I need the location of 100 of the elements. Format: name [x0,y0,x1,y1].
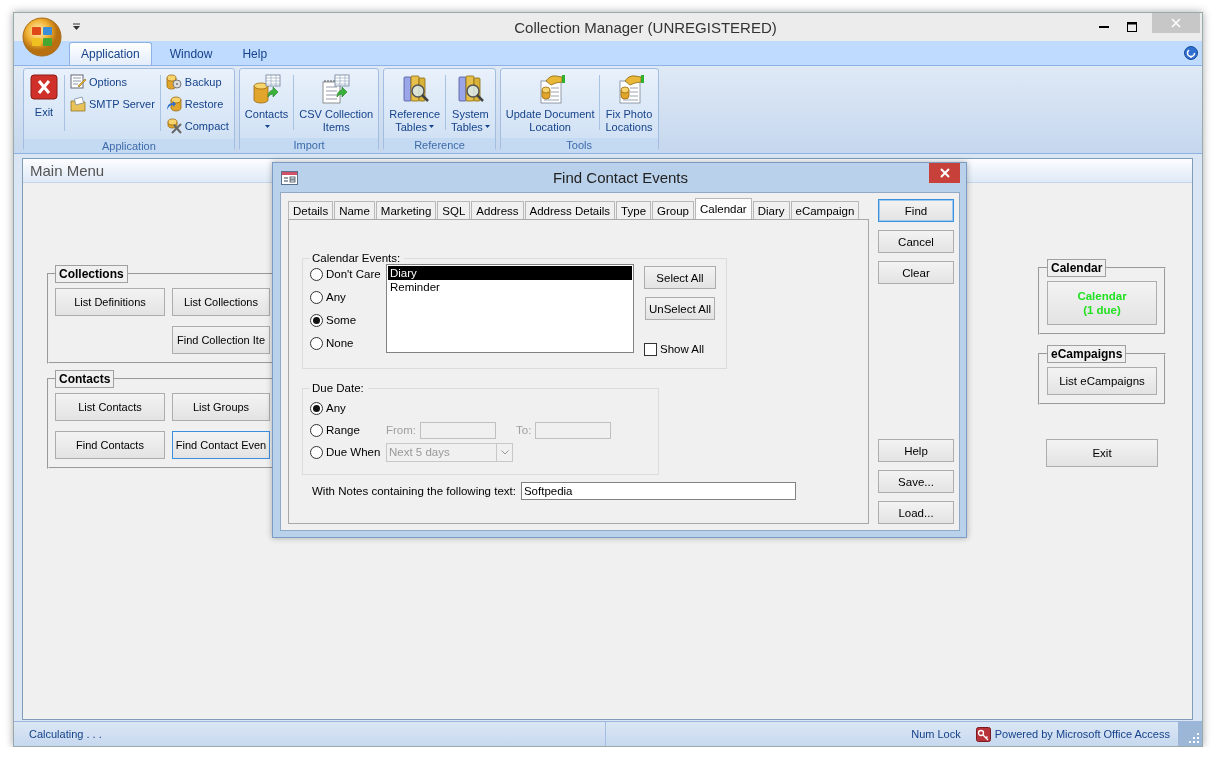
status-text: Num Lock [911,728,961,740]
database-disc-icon [165,74,182,90]
ribbon-button[interactable]: Restore [163,93,231,115]
radio-label: Due When [326,446,381,458]
chevron-down-icon [500,449,509,455]
exit-button[interactable]: Exit [1046,439,1158,467]
radio-label: Any [326,291,346,303]
list-item[interactable]: Reminder [388,280,632,294]
ribbon-button[interactable]: CSV Collection Items [297,71,376,136]
menu-button[interactable]: Find Contacts [55,431,165,459]
ribbon-button[interactable]: Exit [27,71,61,121]
status-text: Powered by Microsoft Office Access [994,728,1170,740]
radio-button[interactable] [310,336,323,350]
menu-button[interactable]: List Collections [172,288,270,316]
radio-label: Any [326,402,346,414]
list-item[interactable]: Diary [388,266,632,280]
dialog-title: Find Contact Events [551,169,690,186]
group-title: Calendar [1047,259,1107,277]
radio-label: Range [326,424,360,436]
database-tools-icon [165,118,182,134]
dropdown-value: Next 5 days [389,446,450,458]
event-list[interactable]: Diary Reminder [386,264,634,353]
ribbon-tab[interactable]: Help [230,42,280,65]
dialog-tab[interactable]: Group [652,201,694,219]
dialog-tab[interactable]: Name [334,201,375,219]
field-label: From: [386,424,417,436]
radio-button[interactable] [310,290,323,304]
dialog-button[interactable]: Help [878,439,954,462]
field-label: With Notes containing the following text: [312,485,516,497]
dialog-button[interactable]: Find [878,199,954,222]
ribbon-tab[interactable]: Application [69,42,152,65]
radio-label: Don't Care [326,268,381,280]
ribbon-button[interactable]: Update Document Location [503,71,597,136]
dialog-tab[interactable]: Calendar [695,198,752,219]
from-date-field[interactable] [420,421,497,439]
status-text: Calculating . . . [29,728,102,740]
checkbox-label: Show All [660,343,705,355]
close-icon [939,168,950,178]
notepad-table-icon [320,73,353,105]
settings-window-icon [70,74,86,90]
radio-button[interactable] [310,267,323,281]
ribbon-button[interactable]: SMTP Server [68,93,157,115]
dialog-tab[interactable]: Type [616,201,652,219]
menu-button[interactable]: List Definitions [55,288,165,316]
group-title: eCampaigns [1047,345,1127,363]
menu-button[interactable]: List Groups [172,393,270,421]
database-table-icon [250,73,283,105]
group-title: Calendar Events: [311,252,402,264]
select-all-button[interactable]: Select All [644,266,716,289]
notes-field[interactable]: Softpedia [520,482,796,500]
database-arrow-icon [165,96,182,112]
ribbon-button[interactable]: Fix Photo Locations [603,71,655,136]
ribbon-button[interactable]: Compact [163,115,231,137]
radio-button[interactable] [310,401,323,415]
ribbon-button[interactable]: Reference Tables [387,71,442,136]
ribbon-button[interactable]: Backup [163,71,231,93]
unselect-all-button[interactable]: UnSelect All [645,297,715,320]
menu-button[interactable]: Find Collection Ite [172,326,270,354]
ribbon-button[interactable]: System Tables [449,71,492,136]
checkbox[interactable] [644,342,657,356]
group-label: Reference [384,138,495,152]
radio-button[interactable] [310,445,323,459]
dialog-tab[interactable]: Diary [752,201,790,219]
radio-button[interactable] [310,313,323,327]
minimize-icon [1099,26,1109,28]
radio-label: Some [326,314,357,326]
close-button[interactable] [929,163,960,183]
dialog-tab[interactable]: Address Details [524,201,616,219]
dialog-tab[interactable]: Marketing [375,201,437,219]
dialog-tab[interactable]: eCampaign [790,201,860,219]
exit-icon [29,73,59,103]
group-title: Contacts [55,370,115,388]
menu-button[interactable]: List eCampaigns [1047,367,1157,395]
to-date-field[interactable] [535,421,612,439]
group-title: Collections [55,265,128,283]
menu-button[interactable]: List Contacts [55,393,165,421]
radio-label: None [326,337,354,349]
close-icon [1171,18,1181,28]
radio-button[interactable] [310,423,323,437]
dialog-button[interactable]: Save... [878,470,954,493]
ribbon-tab[interactable]: Window [157,42,225,65]
dialog-button[interactable]: Cancel [878,230,954,253]
group-label: Application [24,139,234,153]
group-label: Tools [500,138,658,152]
maximize-icon [1127,22,1137,32]
group-title: Due Date: [311,382,365,394]
window-title: Collection Manager (UNREGISTERED) [513,18,778,36]
menu-button[interactable]: Find Contact Even [172,431,270,459]
folder-icon [70,96,86,112]
dialog-tab[interactable]: Details [288,201,334,219]
resize-grip-icon [1189,733,1199,743]
ribbon-button[interactable]: Options [68,71,157,93]
dialog-button[interactable]: Clear [878,261,954,284]
dialog-button[interactable]: Load... [878,501,954,524]
dialog-tab[interactable]: Address [471,201,524,219]
group-label: Import [239,138,379,152]
dialog-tab[interactable]: SQL [437,201,471,219]
ribbon-button[interactable]: Contacts [242,71,291,136]
field-label: To: [516,424,532,436]
help-icon [1184,46,1198,60]
